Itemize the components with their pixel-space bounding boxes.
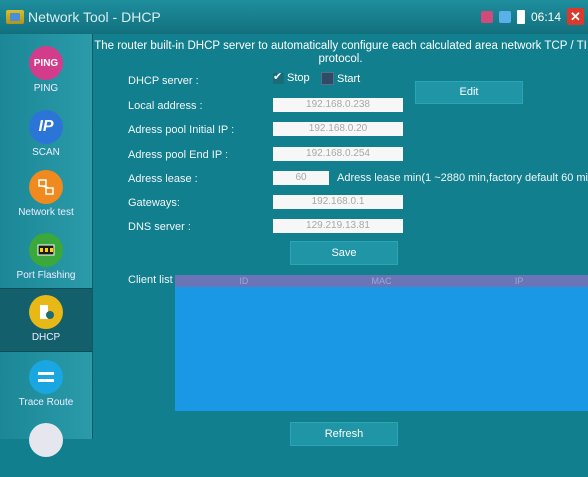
sidebar-item-trace-route[interactable]: Trace Route	[0, 354, 92, 414]
sidebar-item-label: SCAN	[32, 147, 60, 158]
app-icon	[6, 10, 24, 24]
client-list-table[interactable]	[175, 287, 588, 411]
network-icon	[498, 10, 511, 23]
dns-field[interactable]: 129.219.13.81	[273, 219, 403, 233]
pool-end-label: Adress pool End IP :	[128, 149, 229, 161]
sidebar: PING PING IP SCAN Network test Port Flas…	[0, 34, 93, 457]
client-list-header: ID MAC IP	[175, 275, 588, 287]
stop-label: Stop	[287, 72, 310, 84]
sidebar-item-label: PING	[33, 83, 59, 94]
start-checkbox[interactable]: Start	[321, 72, 360, 85]
lease-hint: Adress lease min(1 ~2880 min,factory def…	[337, 172, 588, 184]
sidebar-item-label: Port Flashing	[16, 270, 76, 281]
main-panel: The router built-in DHCP server to autom…	[93, 34, 588, 446]
checkbox-checked-icon	[273, 70, 284, 84]
client-list-label: Client list :	[128, 274, 179, 286]
sidebar-item-scan[interactable]: IP SCAN	[0, 104, 92, 164]
column-header-mac: MAC	[371, 276, 392, 286]
trace-route-icon	[29, 360, 63, 394]
lease-label: Adress lease :	[128, 173, 198, 185]
pool-initial-field[interactable]: 192.168.0.20	[273, 122, 403, 136]
column-header-ip: IP	[514, 276, 524, 286]
description-line2: protocol.	[318, 53, 363, 65]
close-icon[interactable]: ✕	[567, 8, 584, 25]
battery-icon	[516, 9, 525, 24]
ip-scan-icon: IP	[29, 110, 63, 144]
gateways-field[interactable]: 192.168.0.1	[273, 195, 403, 209]
sidebar-item-dhcp[interactable]: DHCP	[0, 288, 92, 352]
column-header-id: ID	[239, 276, 249, 286]
refresh-button[interactable]: Refresh	[290, 422, 398, 446]
gateways-label: Gateways:	[128, 197, 180, 209]
port-flashing-icon	[29, 233, 63, 267]
sidebar-item-port-flashing[interactable]: Port Flashing	[0, 227, 92, 287]
pool-end-field[interactable]: 192.168.0.254	[273, 147, 403, 161]
sidebar-item-network-test[interactable]: Network test	[0, 164, 92, 224]
local-address-label: Local address :	[128, 100, 203, 112]
edit-button[interactable]: Edit	[415, 81, 523, 104]
stop-checkbox[interactable]: Stop	[273, 70, 310, 84]
lease-field[interactable]: 60	[273, 171, 329, 185]
sidebar-item-ping[interactable]: PING PING	[0, 40, 92, 100]
checkbox-unchecked-icon	[321, 72, 334, 85]
battery-warning-icon	[480, 10, 493, 23]
sidebar-item-label: Trace Route	[18, 397, 74, 408]
save-button[interactable]: Save	[290, 241, 398, 265]
clock: 06:14	[530, 9, 561, 24]
dhcp-server-label: DHCP server :	[128, 75, 199, 87]
description: The router built-in DHCP server to autom…	[93, 40, 588, 66]
sidebar-item-label: DHCP	[31, 332, 61, 343]
sidebar-item-label: Network test	[18, 207, 74, 218]
ping-icon: PING	[29, 46, 63, 80]
pool-initial-label: Adress pool Initial IP :	[128, 124, 235, 136]
dhcp-icon	[29, 295, 63, 329]
title-bar: Network Tool - DHCP 06:14 ✕	[0, 0, 588, 34]
local-address-field[interactable]: 192.168.0.238	[273, 98, 403, 112]
window-title: Network Tool - DHCP	[28, 9, 161, 25]
start-label: Start	[337, 72, 361, 85]
description-line1: The router built-in DHCP server to autom…	[94, 40, 587, 52]
more-icon	[29, 423, 63, 457]
status-bar: 06:14 ✕	[480, 8, 584, 25]
network-test-icon	[29, 170, 63, 204]
sidebar-item-more[interactable]	[0, 417, 92, 477]
dns-label: DNS server :	[128, 221, 191, 233]
